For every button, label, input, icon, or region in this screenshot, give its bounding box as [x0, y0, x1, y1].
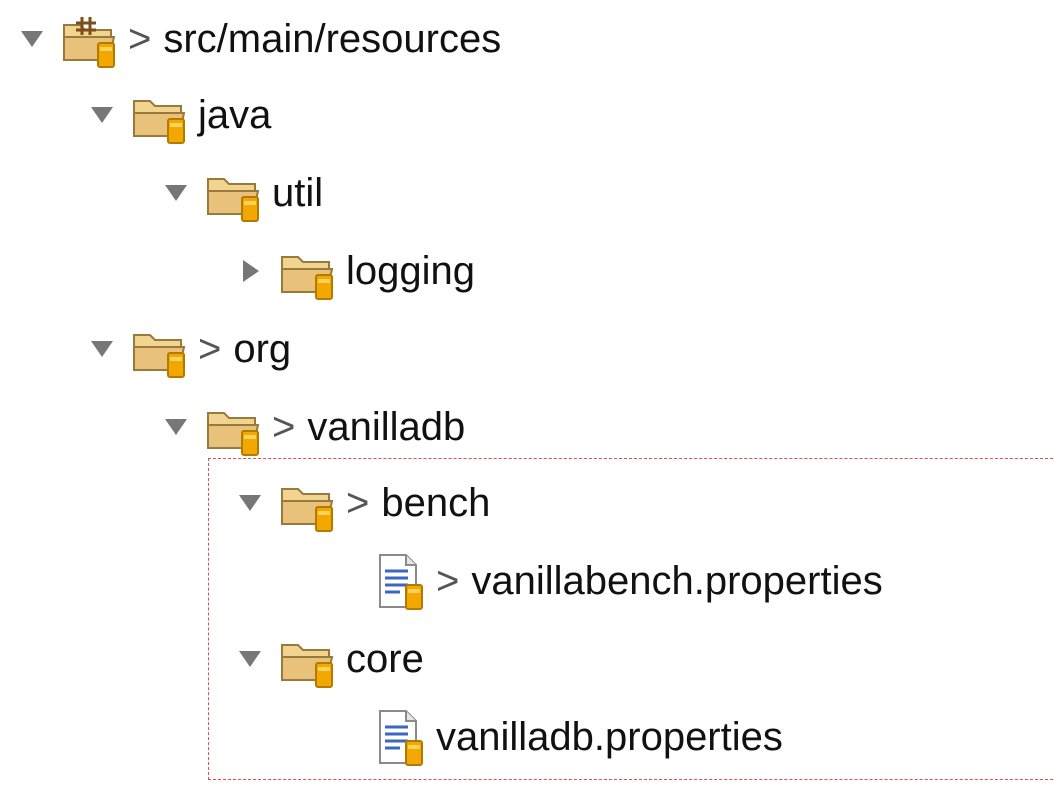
- expand-toggle-icon[interactable]: [88, 97, 116, 133]
- tree-item-bench[interactable]: > bench: [236, 464, 490, 542]
- dirty-indicator: >: [128, 16, 152, 61]
- expand-toggle-icon[interactable]: [236, 485, 264, 521]
- dirty-indicator: >: [436, 558, 460, 603]
- tree-item-label: logging: [346, 248, 476, 293]
- properties-file-icon: [366, 705, 430, 769]
- tree-item-vanilladb-properties[interactable]: vanilladb.properties: [366, 698, 783, 776]
- dirty-indicator: >: [346, 480, 370, 525]
- tree-item-logging[interactable]: logging: [236, 232, 475, 310]
- tree-item-org[interactable]: > org: [88, 310, 291, 388]
- tree-item-label: core: [346, 636, 424, 681]
- package-folder-icon: [276, 239, 340, 303]
- source-folder-icon: [58, 7, 122, 71]
- project-explorer-tree: > src/main/resources java util logging >…: [0, 0, 1054, 790]
- package-folder-icon: [276, 471, 340, 535]
- tree-item-label: bench: [381, 480, 491, 525]
- expand-toggle-icon[interactable]: [162, 175, 190, 211]
- expand-toggle-icon[interactable]: [18, 21, 46, 57]
- collapse-toggle-icon[interactable]: [236, 253, 264, 289]
- tree-item-label: org: [233, 326, 292, 371]
- dirty-indicator: >: [198, 326, 222, 371]
- tree-item-label: src/main/resources: [163, 16, 502, 61]
- tree-item-vanillabench-properties[interactable]: > vanillabench.properties: [366, 542, 883, 620]
- tree-item-vanilladb[interactable]: > vanilladb: [162, 388, 465, 466]
- tree-item-label: vanilladb: [307, 404, 466, 449]
- expand-toggle-icon[interactable]: [236, 641, 264, 677]
- dirty-indicator: >: [272, 404, 296, 449]
- package-folder-icon: [128, 83, 192, 147]
- tree-item-label: vanillabench.properties: [471, 558, 883, 603]
- package-folder-icon: [202, 161, 266, 225]
- expand-toggle-icon[interactable]: [88, 331, 116, 367]
- package-folder-icon: [276, 627, 340, 691]
- tree-item-core[interactable]: core: [236, 620, 424, 698]
- package-folder-icon: [128, 317, 192, 381]
- tree-item-label: vanilladb.properties: [436, 714, 783, 759]
- tree-item-util[interactable]: util: [162, 154, 323, 232]
- tree-item-src-main-resources[interactable]: > src/main/resources: [18, 0, 501, 78]
- tree-item-label: java: [198, 92, 272, 137]
- expand-toggle-icon[interactable]: [162, 409, 190, 445]
- properties-file-icon: [366, 549, 430, 613]
- package-folder-icon: [202, 395, 266, 459]
- tree-item-label: util: [272, 170, 324, 215]
- tree-item-java[interactable]: java: [88, 76, 271, 154]
